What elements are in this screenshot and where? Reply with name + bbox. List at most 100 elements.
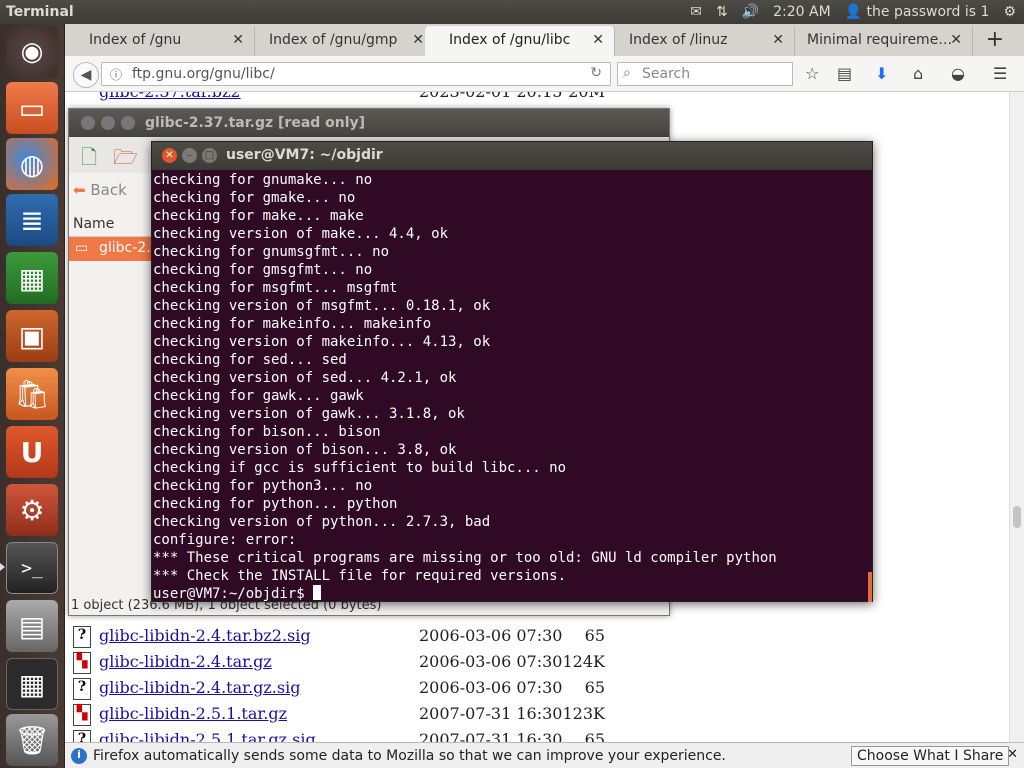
tab-close-icon[interactable]: ✕ (232, 32, 244, 48)
mail-icon[interactable]: ✉ (690, 4, 702, 20)
terminal-window: user@VM7: ~/objdir ✕ – □ checking for gn… (151, 141, 873, 602)
ubuntu-one-icon[interactable]: U (6, 426, 58, 478)
tab-label: Index of /linuz (629, 32, 728, 48)
terminal-line: checking for makeinfo... makeinfo (153, 316, 432, 332)
terminal-line: checking for gmake... no (153, 190, 356, 206)
file-link[interactable]: glibc-libidn-2.4.tar.bz2.sig (99, 626, 311, 645)
file-size: 123K (562, 704, 606, 723)
minimize-icon[interactable]: – (182, 148, 197, 163)
page-scrollbar[interactable] (1009, 92, 1024, 742)
hamburger-menu-icon[interactable]: ☰ (993, 64, 1007, 83)
scanner-icon[interactable]: ▤ (6, 600, 58, 652)
terminal-line: *** Check the INSTALL file for required … (153, 568, 567, 584)
session-gear-icon[interactable]: ⚙ (1003, 4, 1016, 20)
prompt-line[interactable]: user@VM7:~/objdir$ (153, 585, 872, 601)
file-link[interactable]: glibc-2.37.tar.bz2 (99, 92, 241, 101)
list-item: ? glibc-libidn-2.4.tar.gz.sig 2006-03-06… (73, 676, 673, 702)
file-date: 2007-07-31 16:30 (419, 704, 563, 723)
impress-icon[interactable]: ▣ (6, 310, 58, 362)
url-bar[interactable]: ⓘ ftp.gnu.org/gnu/libc/ ↻ (101, 62, 611, 86)
maximize-icon[interactable]: □ (202, 148, 217, 163)
file-link[interactable]: glibc-libidn-2.4.tar.gz (99, 652, 272, 671)
home-icon[interactable]: ⌂ (913, 64, 923, 83)
launcher: ◉ ▭ ◍ ≣ ▦ ▣ 🛍 U ⚙ >_ ▤ ▦ 🗑 (0, 24, 65, 768)
text-cursor (313, 585, 322, 600)
indicator-area: ✉ ⇅ 🔊 2:20 AM 👤 the password is 1 ⚙ (690, 4, 1024, 20)
tab-close-icon[interactable]: ✕ (950, 32, 962, 48)
tab-minimal-requirements[interactable]: Minimal requireme… ✕ (783, 26, 973, 56)
tab-close-icon[interactable]: ✕ (412, 32, 424, 48)
active-app-indicator (0, 563, 5, 571)
file-size: 124K (562, 652, 606, 671)
dash-home-icon[interactable]: ◉ (6, 26, 58, 78)
list-item: ▚ glibc-libidn-2.5.1.tar.gz 2007-07-31 1… (73, 702, 673, 728)
clock[interactable]: 2:20 AM (773, 4, 831, 20)
terminal-line: checking version of make... 4.4, ok (153, 226, 449, 242)
terminal-line: checking for gnumsgfmt... no (153, 244, 390, 260)
file-date: 2006-03-06 07:30 (419, 652, 563, 671)
terminal-line: checking version of makeinfo... 4.13, ok (153, 334, 491, 350)
tab-close-icon[interactable]: ✕ (592, 32, 604, 48)
tab-linuz[interactable]: Index of /linuz ✕ (605, 26, 795, 56)
choose-what-i-share-button[interactable]: Choose What I Share (851, 746, 1010, 766)
file-link[interactable]: glibc-libidn-2.5.1.tar.gz (99, 704, 287, 723)
window-titlebar[interactable]: user@VM7: ~/objdir (152, 142, 872, 170)
close-icon[interactable]: ✕ (162, 148, 177, 163)
terminal-line: checking version of gawk... 3.1.8, ok (153, 406, 465, 422)
terminal-icon[interactable]: >_ (6, 542, 58, 594)
window-title: glibc-2.37.tar.gz [read only] (145, 115, 366, 131)
files-icon[interactable]: ▭ (6, 82, 58, 134)
terminal-scrollbar[interactable] (868, 572, 872, 602)
file-size: 20M (559, 92, 605, 101)
volume-icon[interactable]: 🔊 (742, 4, 759, 20)
software-center-icon[interactable]: 🛍 (6, 368, 58, 420)
reading-list-icon[interactable]: ▤ (837, 64, 852, 83)
back-arrow-icon[interactable]: ◀ (73, 62, 99, 88)
window-titlebar[interactable]: glibc-2.37.tar.gz [read only] (69, 109, 669, 137)
calc-icon[interactable]: ▦ (6, 252, 58, 304)
new-tab-plus-icon[interactable]: + (986, 27, 1004, 52)
terminal-line: configure: error: (153, 532, 297, 548)
new-archive-icon[interactable]: 🗋 (81, 143, 97, 177)
telemetry-notification-bar: i Firefox automatically sends some data … (65, 742, 1024, 768)
writer-icon[interactable]: ≣ (6, 194, 58, 246)
pocket-icon[interactable]: ◒ (951, 64, 965, 83)
file-size: 65 (584, 730, 605, 742)
notification-text: Firefox automatically sends some data to… (93, 748, 726, 764)
file-link[interactable]: glibc-libidn-2.5.1.tar.gz.sig (99, 730, 316, 742)
close-icon[interactable] (81, 116, 95, 130)
search-input[interactable]: ⌕ Search (617, 62, 793, 86)
network-icon[interactable]: ⇅ (716, 4, 728, 20)
firefox-icon[interactable]: ◍ (6, 138, 58, 190)
minimize-icon[interactable] (101, 116, 115, 130)
maximize-icon[interactable] (121, 116, 135, 130)
reload-icon[interactable]: ↻ (590, 65, 602, 81)
user-menu[interactable]: 👤 the password is 1 (845, 4, 990, 20)
trash-icon[interactable]: 🗑 (6, 714, 58, 766)
file-link[interactable]: glibc-libidn-2.4.tar.gz.sig (99, 678, 300, 697)
search-icon: ⌕ (623, 65, 631, 81)
open-archive-icon[interactable]: 🗁 (113, 143, 138, 177)
folder-icon: ▭ (75, 240, 89, 256)
terminal-line: checking if gcc is sufficient to build l… (153, 460, 567, 476)
terminal-output[interactable]: checking for gnumake... no checking for g… (152, 171, 872, 601)
terminal-line: checking version of sed... 4.2.1, ok (153, 370, 457, 386)
tab-gnu[interactable]: Index of /gnu ✕ (65, 26, 255, 56)
download-arrow-icon[interactable]: ⬇ (875, 64, 888, 83)
tab-gnu-gmp[interactable]: Index of /gnu/gmp ✕ (245, 26, 435, 56)
terminal-line: checking for sed... sed (153, 352, 347, 368)
workspace-switcher-icon[interactable]: ▦ (6, 658, 58, 710)
tab-gnu-libc[interactable]: Index of /gnu/libc ✕ (425, 26, 615, 56)
info-icon[interactable]: ⓘ (110, 66, 122, 83)
back-button[interactable]: ⬅ Back (73, 181, 127, 199)
bookmark-star-icon[interactable]: ☆ (805, 64, 819, 83)
list-item: glibc-2.37.tar.bz2 2023-02-01 20:15 20M (73, 92, 673, 106)
system-settings-icon[interactable]: ⚙ (6, 484, 58, 536)
file-size: 65 (584, 626, 605, 645)
scrollbar-thumb[interactable] (1013, 506, 1021, 528)
unknown-file-icon: ? (73, 730, 91, 742)
terminal-line: checking version of msgfmt... 0.18.1, ok (153, 298, 491, 314)
tab-label: Index of /gnu/gmp (269, 32, 398, 48)
terminal-line: *** These critical programs are missing … (153, 550, 777, 566)
close-icon[interactable]: ✕ (1007, 747, 1018, 762)
